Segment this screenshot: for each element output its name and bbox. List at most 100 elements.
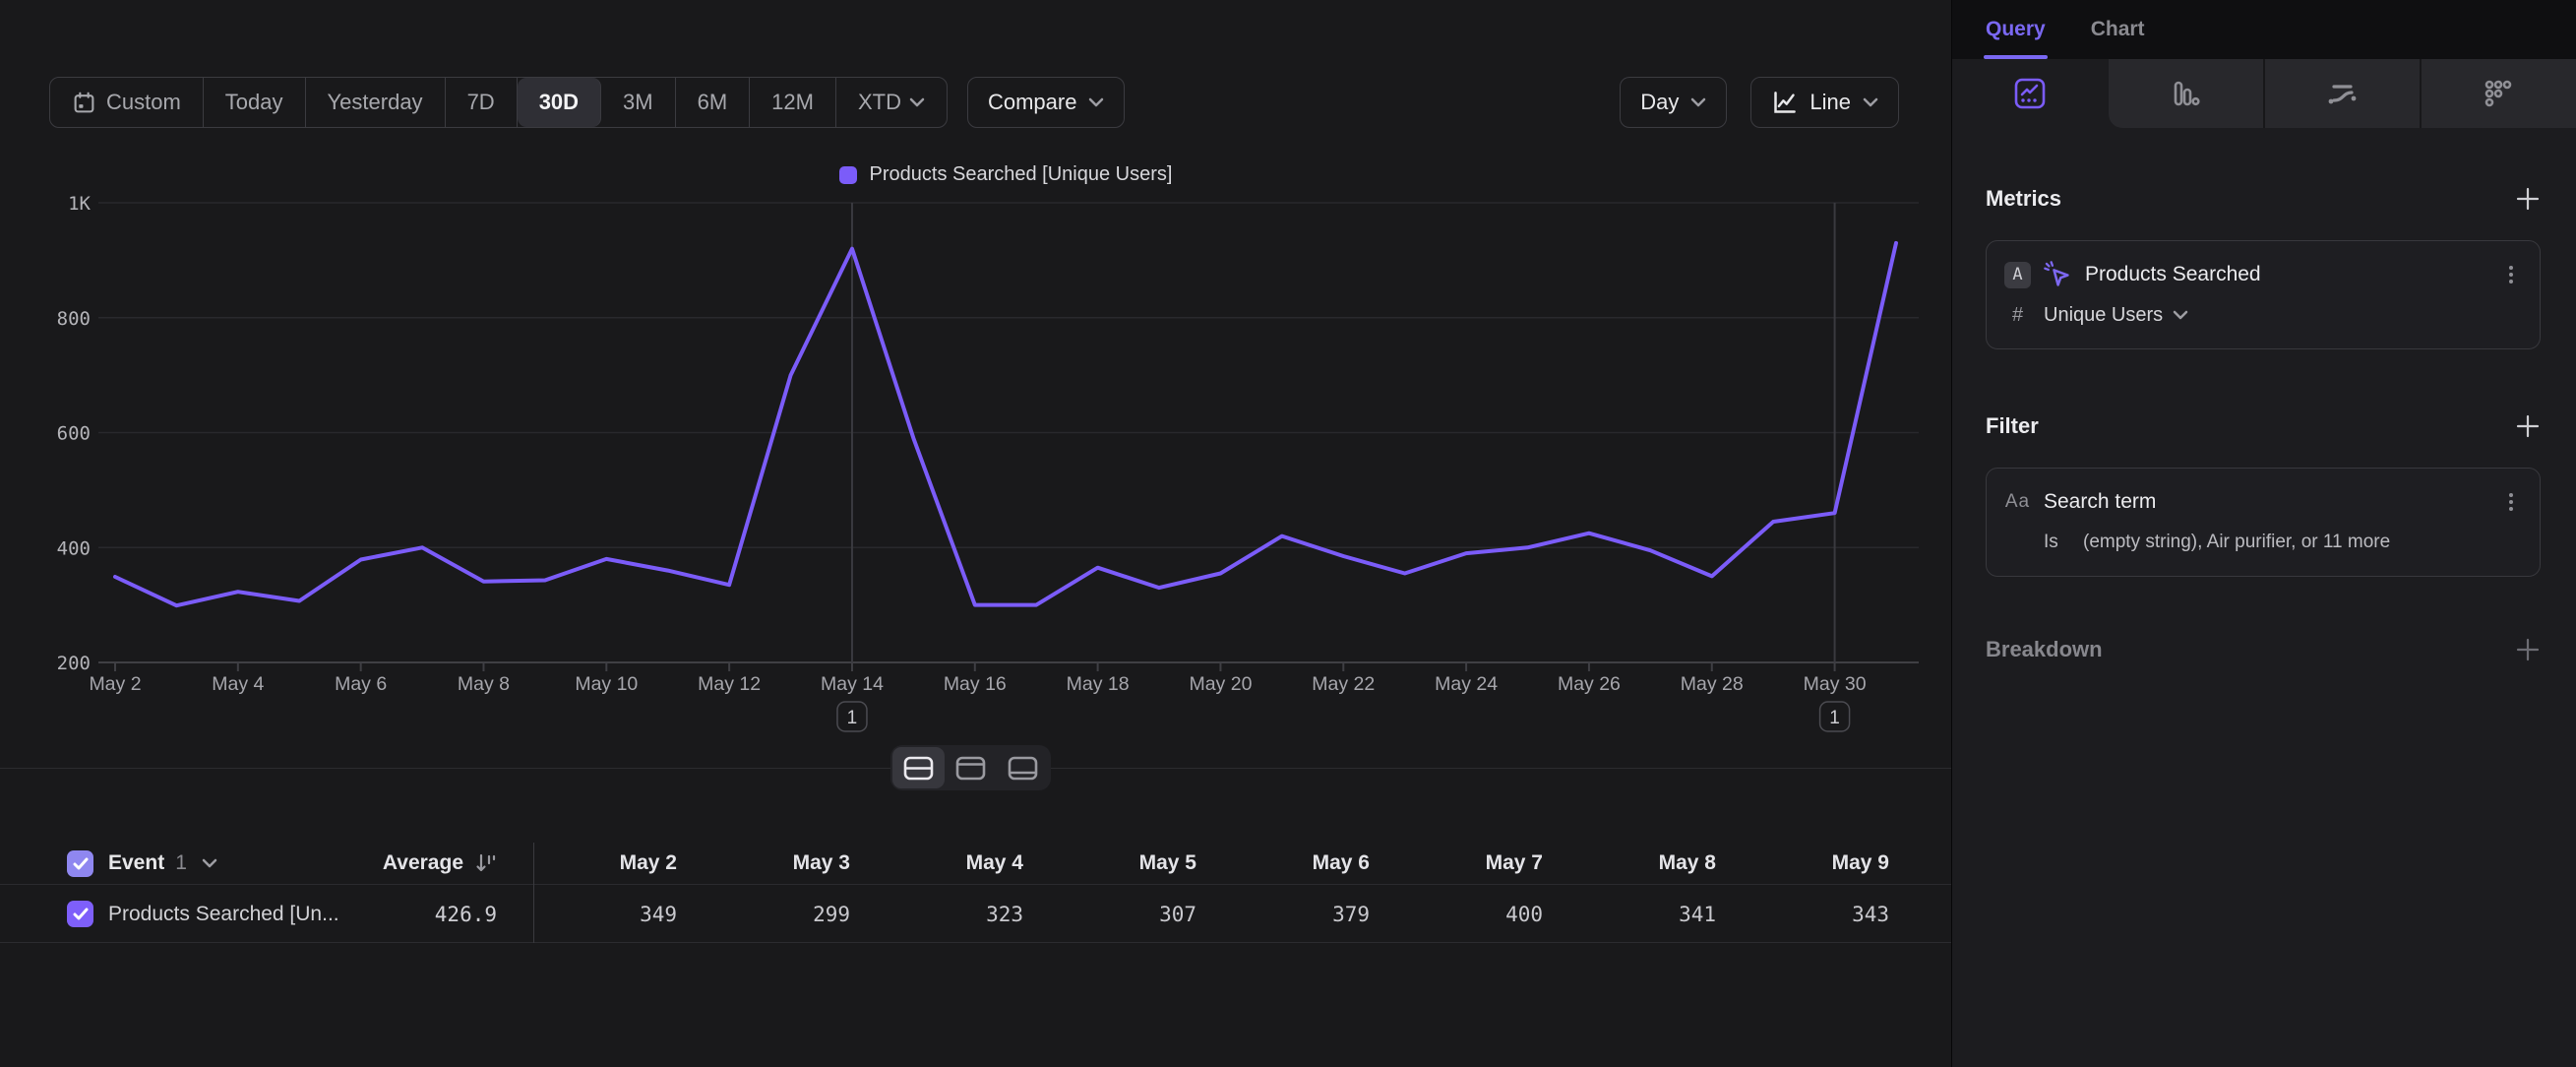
tab-flows[interactable] [2263, 59, 2420, 128]
layout-split-view-button[interactable] [892, 747, 945, 788]
filter-menu-button[interactable] [2498, 489, 2524, 515]
granularity-dropdown[interactable]: Day [1620, 77, 1727, 128]
inactive-tabs-group [2109, 59, 2576, 128]
breakdown-section-header: Breakdown [1986, 634, 2541, 665]
tab-funnels[interactable] [2109, 59, 2263, 128]
chevron-down-icon [909, 97, 925, 107]
date-range-xtd[interactable]: XTD [836, 78, 947, 127]
date-range-yesterday[interactable]: Yesterday [306, 78, 446, 127]
date-range-6m[interactable]: 6M [676, 78, 751, 127]
x-axis-tick-label: May 10 [575, 673, 638, 695]
date-cell-value: 349 [533, 903, 706, 926]
filter-condition-row[interactable]: Is (empty string), Air purifier, or 11 m… [2004, 526, 2524, 559]
table-only-icon [1008, 756, 1038, 781]
chevron-down-icon [2173, 310, 2188, 320]
date-range-12m[interactable]: 12M [750, 78, 836, 127]
kebab-menu-icon [2500, 264, 2522, 285]
date-range-today[interactable]: Today [204, 78, 306, 127]
row-checkbox[interactable] [67, 901, 93, 927]
annotation-badge[interactable]: 1 [1820, 702, 1850, 731]
hash-icon: # [2004, 304, 2031, 327]
metric-aggregation-row[interactable]: # Unique Users [2004, 298, 2524, 332]
tab-query[interactable]: Query [1986, 0, 2046, 59]
filter-card[interactable]: Aa Search term Is (empty string), Air pu… [1986, 468, 2541, 577]
filter-section-header: Filter [1986, 410, 2541, 442]
date-range-custom[interactable]: Custom [50, 78, 204, 127]
date-header-cells: May 2May 3May 4May 5May 6May 7May 8May 9 [533, 851, 1919, 875]
date-column-header[interactable]: May 5 [1053, 851, 1226, 875]
add-filter-button[interactable] [2515, 413, 2541, 439]
date-range-toolbar: CustomTodayYesterday7D 30D 3M 6M 12M XTD Comp… [49, 77, 1125, 128]
tab-apps[interactable] [2420, 59, 2576, 128]
date-column-header[interactable]: May 2 [533, 851, 706, 875]
check-icon [73, 908, 89, 920]
x-axis-tick-label: May 18 [1067, 673, 1130, 695]
metric-card[interactable]: A Products Searched # Unique Users [1986, 240, 2541, 349]
chevron-down-icon [1863, 97, 1878, 107]
table-column-divider [533, 843, 534, 943]
x-axis-tick-label: May 30 [1804, 673, 1867, 695]
date-range-label: 6M [698, 90, 728, 115]
date-column-header[interactable]: May 4 [880, 851, 1053, 875]
chart-type-label: Line [1809, 90, 1851, 115]
table-row[interactable]: Products Searched [Un... 426.9 349299323… [0, 886, 1951, 943]
date-range-label: XTD [858, 90, 901, 115]
x-axis-tick-label: May 2 [89, 673, 141, 695]
average-header-cell[interactable]: Average [295, 851, 497, 875]
x-axis-tick-label: May 26 [1558, 673, 1621, 695]
split-view-icon [903, 756, 934, 781]
add-breakdown-button[interactable] [2515, 637, 2541, 662]
date-column-header[interactable]: May 9 [1746, 851, 1919, 875]
date-column-header[interactable]: May 7 [1399, 851, 1572, 875]
panel-tab-bar: Query Chart [1952, 0, 2576, 59]
date-column-header[interactable]: May 6 [1226, 851, 1399, 875]
date-cell-value: 299 [706, 903, 880, 926]
average-column-label: Average [383, 851, 463, 875]
tab-insights[interactable] [1952, 59, 2109, 128]
metric-event-name: Products Searched [2085, 263, 2261, 286]
date-column-header[interactable]: May 8 [1572, 851, 1746, 875]
x-axis-tick-label: May 8 [458, 673, 510, 695]
chevron-down-icon [1088, 97, 1104, 107]
add-metric-button[interactable] [2515, 186, 2541, 212]
breakdown-title: Breakdown [1986, 637, 2103, 662]
date-range-label: 30D [539, 90, 579, 115]
layout-table-only-button[interactable] [997, 747, 1049, 788]
date-range-7d[interactable]: 7D [446, 78, 518, 127]
chevron-down-icon[interactable] [202, 858, 217, 868]
date-range-30d[interactable]: 30D [518, 78, 601, 127]
plus-icon [2515, 186, 2541, 212]
chart-type-dropdown[interactable]: Line [1750, 77, 1899, 128]
event-click-icon [2043, 260, 2072, 289]
metrics-title: Metrics [1986, 186, 2061, 212]
svg-text:1: 1 [847, 708, 858, 728]
series-line[interactable] [115, 243, 1896, 605]
date-value-cells: 349299323307379400341343 [533, 903, 1919, 926]
tab-chart[interactable]: Chart [2091, 0, 2145, 59]
flows-icon [2324, 77, 2360, 110]
sort-descending-icon [473, 851, 497, 875]
insights-icon [2013, 77, 2047, 110]
toolbar: CustomTodayYesterday7D 30D 3M 6M 12M XTD Comp… [49, 77, 1899, 128]
annotation-badge[interactable]: 1 [837, 702, 867, 731]
date-column-header[interactable]: May 3 [706, 851, 880, 875]
filter-title: Filter [1986, 413, 2039, 439]
metrics-section-header: Metrics [1986, 183, 2541, 215]
layout-toggle-group [890, 745, 1051, 790]
y-axis-tick-label: 600 [57, 423, 91, 445]
date-range-3m[interactable]: 3M [601, 78, 676, 127]
date-cell-value: 307 [1053, 903, 1226, 926]
select-all-checkbox[interactable] [67, 850, 93, 877]
compare-button[interactable]: Compare [967, 77, 1125, 128]
metric-menu-button[interactable] [2498, 262, 2524, 287]
layout-chart-only-button[interactable] [945, 747, 997, 788]
y-axis-tick-label: 800 [57, 308, 91, 330]
text-property-icon: Aa [2004, 491, 2031, 513]
date-cell-value: 379 [1226, 903, 1399, 926]
x-axis-tick-label: May 20 [1189, 673, 1252, 695]
line-chart[interactable]: 2004006008001KMay 2May 4May 6May 8May 10… [0, 148, 1951, 772]
date-range-label: 12M [771, 90, 814, 115]
chevron-down-icon [1690, 97, 1706, 107]
y-axis-tick-label: 200 [57, 653, 91, 674]
x-axis-tick-label: May 6 [335, 673, 387, 695]
